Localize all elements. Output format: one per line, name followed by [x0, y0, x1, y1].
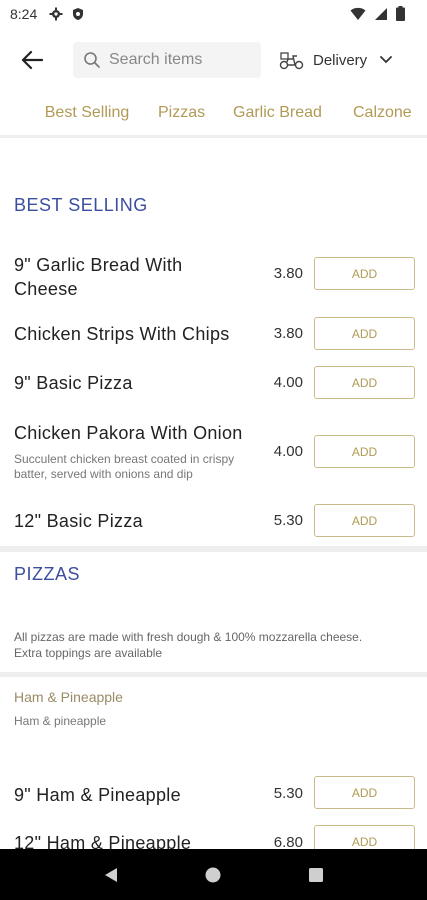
- arrow-left-icon: [21, 50, 43, 70]
- category-tabs: Best Selling Pizzas Garlic Bread Calzone: [0, 92, 427, 138]
- item-name-line2: Cheese: [14, 279, 78, 299]
- status-bar: 8:24: [0, 0, 427, 28]
- add-button[interactable]: ADD: [314, 504, 415, 537]
- tab-pizzas[interactable]: Pizzas: [158, 92, 205, 135]
- tab-garlic-bread[interactable]: Garlic Bread: [233, 92, 322, 135]
- settings-icon: [49, 7, 63, 21]
- tab-calzone[interactable]: Calzone: [353, 92, 412, 135]
- back-button[interactable]: [12, 40, 52, 80]
- add-button[interactable]: ADD: [314, 317, 415, 350]
- shield-icon: [73, 8, 84, 20]
- chevron-down-icon: [380, 56, 393, 64]
- section-note: All pizzas are made with fresh dough & 1…: [14, 630, 363, 644]
- add-button[interactable]: ADD: [314, 366, 415, 399]
- section-divider: [0, 546, 427, 552]
- add-button[interactable]: ADD: [314, 435, 415, 468]
- group-divider: [0, 672, 427, 677]
- item-price: 5.30: [273, 512, 303, 529]
- item-name: 12" Basic Pizza: [14, 511, 143, 531]
- item-price: 4.00: [273, 374, 303, 391]
- triangle-back-icon: [105, 867, 118, 882]
- wifi-icon: [350, 7, 366, 20]
- system-nav-bar: [0, 849, 427, 900]
- nav-home-button[interactable]: [198, 860, 228, 890]
- scooter-icon: [279, 52, 304, 70]
- status-time: 8:24: [10, 6, 38, 22]
- group-title: Ham & Pineapple: [14, 689, 123, 705]
- group-description: Ham & pineapple: [14, 714, 107, 728]
- item-price: 3.80: [273, 265, 303, 282]
- add-button[interactable]: ADD: [314, 776, 415, 809]
- item-name: 9" Garlic Bread With: [14, 255, 183, 275]
- circle-home-icon: [205, 867, 221, 882]
- search-box[interactable]: [73, 42, 261, 78]
- section-note-line2: Extra toppings are available: [14, 646, 163, 660]
- nav-back-button[interactable]: [96, 860, 126, 890]
- delivery-selector[interactable]: Delivery: [279, 42, 393, 78]
- item-price: 4.00: [273, 443, 303, 460]
- square-recents-icon: [308, 867, 323, 882]
- search-icon: [84, 52, 100, 68]
- item-description: Succulent chicken breast coated in crisp…: [14, 452, 235, 466]
- item-description-line2: batter, served with onions and dip: [14, 467, 193, 481]
- item-name: Chicken Strips With Chips: [14, 324, 230, 344]
- item-price: 3.80: [273, 325, 303, 342]
- item-name: 9" Basic Pizza: [14, 373, 133, 393]
- app-bar: Delivery: [0, 38, 427, 82]
- delivery-label: Delivery: [313, 51, 368, 69]
- tab-best-selling[interactable]: Best Selling: [34, 92, 140, 135]
- battery-icon: [396, 6, 405, 21]
- nav-recents-button[interactable]: [301, 860, 331, 890]
- search-input[interactable]: [109, 51, 249, 69]
- add-button[interactable]: ADD: [314, 257, 415, 290]
- item-price: 5.30: [273, 785, 303, 802]
- section-title-pizzas: PIZZAS: [14, 564, 81, 584]
- section-title-best-selling: BEST SELLING: [14, 195, 148, 215]
- item-name: Chicken Pakora With Onion: [14, 423, 243, 443]
- signal-icon: [375, 7, 387, 20]
- item-name: 9" Ham & Pineapple: [14, 785, 181, 805]
